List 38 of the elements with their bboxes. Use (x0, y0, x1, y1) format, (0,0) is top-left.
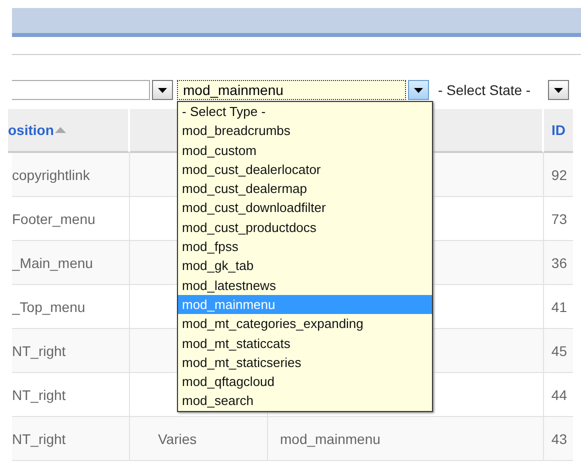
dropdown-option[interactable]: mod_mt_categories_expanding (178, 314, 432, 334)
dropdown-option[interactable]: mod_mt_staticcats (178, 334, 432, 353)
dropdown-option[interactable]: mod_cust_downloadfilter (178, 198, 432, 218)
dropdown-button[interactable] (152, 80, 173, 100)
table-cell: _Top_menu (12, 285, 130, 329)
dropdown-option[interactable]: mod_custom (178, 140, 432, 160)
dropdown-option[interactable]: mod_search (178, 391, 432, 411)
dropdown-option[interactable]: mod_fpss (178, 237, 432, 256)
table-cell: 45 (544, 329, 573, 373)
state-select[interactable]: - Select State - (433, 80, 546, 100)
table-cell: 92 (544, 153, 573, 197)
dropdown-button[interactable] (548, 80, 569, 100)
dropdown-option[interactable]: mod_breadcrumbs (178, 121, 432, 141)
dropdown-option[interactable]: mod_mt_staticseries (178, 352, 432, 372)
table-cell: 43 (544, 417, 573, 461)
dropdown-option[interactable]: mod_cust_dealerlocator (178, 160, 432, 180)
table-cell: 36 (544, 241, 573, 285)
table-cell: NT_right (12, 373, 130, 417)
dropdown-option[interactable]: mod_gk_tab (178, 256, 432, 276)
table-cell: mod_mainmenu (268, 417, 544, 461)
table-cell: NT_right (12, 417, 130, 461)
table-cell: Footer_menu (12, 197, 130, 241)
table-cell: Varies (130, 417, 268, 461)
table-cell: NT_right (12, 329, 130, 373)
table-cell: _Main_menu (12, 241, 130, 285)
dropdown-option[interactable]: mod_cust_dealermap (178, 179, 432, 198)
type-select[interactable]: mod_mainmenu (177, 80, 406, 100)
column-header[interactable]: osition (8, 109, 130, 153)
column-header[interactable]: ID (544, 109, 573, 153)
dropdown-option[interactable]: mod_latestnews (178, 276, 432, 295)
caret-icon (554, 88, 563, 92)
caret-icon (158, 88, 167, 92)
caret-icon (414, 88, 423, 92)
dropdown-button[interactable] (408, 80, 429, 100)
dropdown-option[interactable]: - Select Type - (178, 102, 432, 122)
table-cell: copyrightlink (12, 153, 130, 197)
dropdown-option[interactable]: mod_qftagcloud (178, 372, 432, 392)
dropdown-option[interactable]: mod_cust_productdocs (178, 218, 432, 238)
